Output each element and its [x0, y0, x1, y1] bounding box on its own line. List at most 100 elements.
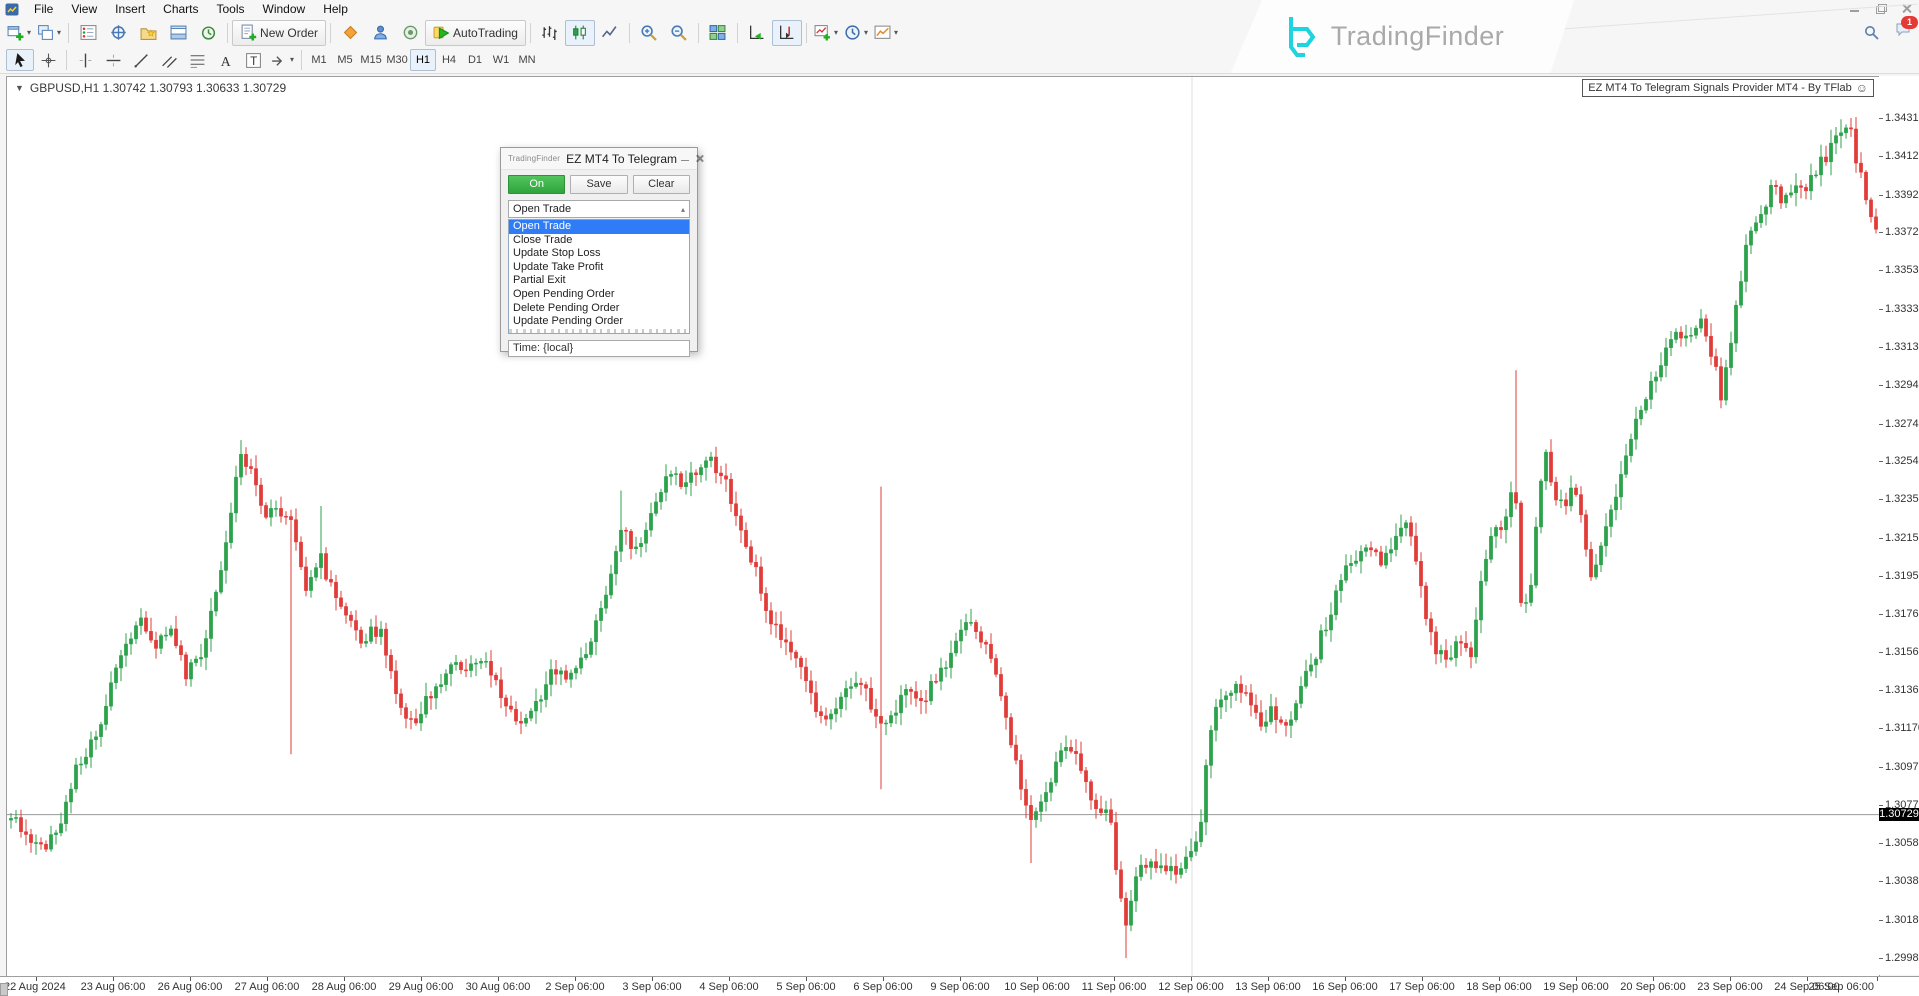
chart-shift-icon[interactable]	[772, 20, 802, 46]
menu-item-charts[interactable]: Charts	[154, 0, 207, 18]
toolbar-separator	[737, 23, 738, 43]
time-field[interactable]: Time: {local}	[508, 340, 690, 357]
ea-smiley-icon[interactable]: ☺	[1856, 80, 1868, 96]
indicators-icon[interactable]: ▾	[811, 20, 841, 46]
chart-area[interactable]: ▼ GBPUSD,H1 1.30742 1.30793 1.30633 1.30…	[6, 76, 1880, 977]
sounds-icon[interactable]	[395, 20, 425, 46]
menu-item-insert[interactable]: Insert	[106, 0, 154, 18]
profiles-caret-icon[interactable]: ▾	[57, 29, 61, 37]
menu-item-view[interactable]: View	[62, 0, 106, 18]
dialog-minimize-icon[interactable]	[680, 153, 691, 164]
zoom-out-icon[interactable]	[664, 20, 694, 46]
dropdown-item[interactable]: Update Pending Order	[509, 315, 689, 329]
new-chart-icon[interactable]: ▾	[4, 20, 34, 46]
menu-item-file[interactable]: File	[25, 0, 62, 18]
dropdown-item[interactable]: Open Trade	[509, 220, 689, 234]
menu-item-tools[interactable]: Tools	[208, 0, 254, 18]
toolbar-separator	[330, 23, 331, 43]
chart-dropdown-icon[interactable]: ▼	[15, 83, 24, 93]
crosshair-icon[interactable]	[34, 49, 62, 71]
shapes-icon[interactable]: ▾	[267, 49, 297, 71]
price-label: 1.33135	[1885, 341, 1919, 353]
timeframe-w1-button[interactable]: W1	[488, 49, 514, 71]
shapes-caret-icon[interactable]: ▾	[290, 56, 294, 64]
navigator-icon[interactable]	[133, 20, 163, 46]
date-axis[interactable]: 22 Aug 202423 Aug 06:0026 Aug 06:0027 Au…	[0, 976, 1919, 996]
line-chart-icon[interactable]	[595, 20, 625, 46]
autotrading-button[interactable]: AutoTrading	[425, 20, 526, 46]
cursor-icon[interactable]	[6, 49, 34, 71]
date-label: 18 Sep 06:00	[1466, 981, 1531, 993]
menu-item-window[interactable]: Window	[254, 0, 315, 18]
ez-mt4-telegram-dialog[interactable]: TradingFinder EZ MT4 To Telegram On Save C…	[500, 147, 698, 352]
metaeditor-icon[interactable]	[335, 20, 365, 46]
horizontal-line-icon[interactable]	[99, 49, 127, 71]
dropdown-item[interactable]: Update Stop Loss	[509, 247, 689, 261]
save-button[interactable]: Save	[570, 175, 627, 194]
indicators-caret-icon[interactable]: ▾	[834, 29, 838, 37]
action-combobox[interactable]: Open Trade ▴	[508, 200, 690, 218]
on-button[interactable]: On	[508, 175, 565, 194]
price-axis[interactable]: 1.343151.341201.339201.337251.335301.333…	[1879, 76, 1919, 975]
combobox-value: Open Trade	[513, 203, 571, 215]
price-label: 1.33530	[1885, 264, 1919, 276]
data-window-icon[interactable]	[103, 20, 133, 46]
new-chart-caret-icon[interactable]: ▾	[27, 29, 31, 37]
profiles-icon[interactable]: ▾	[34, 20, 64, 46]
bar-chart-icon[interactable]	[535, 20, 565, 46]
date-label: 17 Sep 06:00	[1389, 981, 1454, 993]
new-order-button[interactable]: New Order	[232, 20, 326, 46]
timeframe-d1-button[interactable]: D1	[462, 49, 488, 71]
templates-icon[interactable]: ▾	[871, 20, 901, 46]
periods-caret-icon[interactable]: ▾	[864, 29, 868, 37]
price-label: 1.34315	[1885, 112, 1919, 124]
arrange-windows-icon[interactable]	[742, 20, 772, 46]
vertical-line-icon[interactable]	[71, 49, 99, 71]
dropdown-item[interactable]: Partial Exit	[509, 274, 689, 288]
timeframe-m30-button[interactable]: M30	[384, 49, 410, 71]
action-dropdown-list: Open TradeClose TradeUpdate Stop LossUpd…	[508, 219, 690, 334]
market-watch-icon[interactable]	[73, 20, 103, 46]
candlestick-mode-icon[interactable]	[565, 20, 595, 46]
terminal-icon[interactable]	[163, 20, 193, 46]
notifications-icon[interactable]: 1	[1895, 22, 1911, 42]
scroll-corner	[0, 983, 8, 996]
timeframe-m5-button[interactable]: M5	[332, 49, 358, 71]
restore-icon[interactable]	[1875, 3, 1887, 14]
periods-icon[interactable]: ▾	[841, 20, 871, 46]
expert-advisors-icon	[372, 24, 389, 41]
expert-advisors-icon[interactable]	[365, 20, 395, 46]
dialog-titlebar[interactable]: TradingFinder EZ MT4 To Telegram	[501, 148, 697, 170]
date-label: 2 Sep 06:00	[545, 981, 604, 993]
templates-caret-icon[interactable]: ▾	[894, 29, 898, 37]
equidistant-channel-icon[interactable]	[155, 49, 183, 71]
line-chart-icon	[601, 24, 618, 41]
strategy-tester-icon[interactable]	[193, 20, 223, 46]
timeframe-m15-button[interactable]: M15	[358, 49, 384, 71]
timeframe-m1-button[interactable]: M1	[306, 49, 332, 71]
dropdown-item[interactable]: Update Take Profit	[509, 261, 689, 275]
text-label-icon[interactable]: T	[239, 49, 267, 71]
tile-windows-icon[interactable]	[703, 20, 733, 46]
clear-button[interactable]: Clear	[633, 175, 690, 194]
dropdown-item[interactable]: Close Trade	[509, 234, 689, 248]
date-label: 12 Sep 06:00	[1158, 981, 1223, 993]
candlestick-chart[interactable]	[7, 77, 1879, 976]
menu-item-help[interactable]: Help	[314, 0, 357, 18]
templates-icon	[874, 24, 891, 41]
dropdown-item[interactable]: Open Pending Order	[509, 288, 689, 302]
dialog-close-icon[interactable]	[694, 153, 705, 164]
trendline-icon	[133, 52, 150, 69]
zoom-in-icon[interactable]	[634, 20, 664, 46]
search-icon[interactable]	[1864, 25, 1879, 40]
fibonacci-icon[interactable]	[183, 49, 211, 71]
timeframe-h4-button[interactable]: H4	[436, 49, 462, 71]
price-label: 1.31560	[1885, 646, 1919, 658]
strategy-tester-icon	[200, 24, 217, 41]
text-icon[interactable]: A	[211, 49, 239, 71]
timeframe-h1-button[interactable]: H1	[410, 49, 436, 71]
trendline-icon[interactable]	[127, 49, 155, 71]
timeframe-mn-button[interactable]: MN	[514, 49, 540, 71]
date-label: 27 Aug 06:00	[235, 981, 300, 993]
dropdown-item[interactable]: Delete Pending Order	[509, 302, 689, 316]
